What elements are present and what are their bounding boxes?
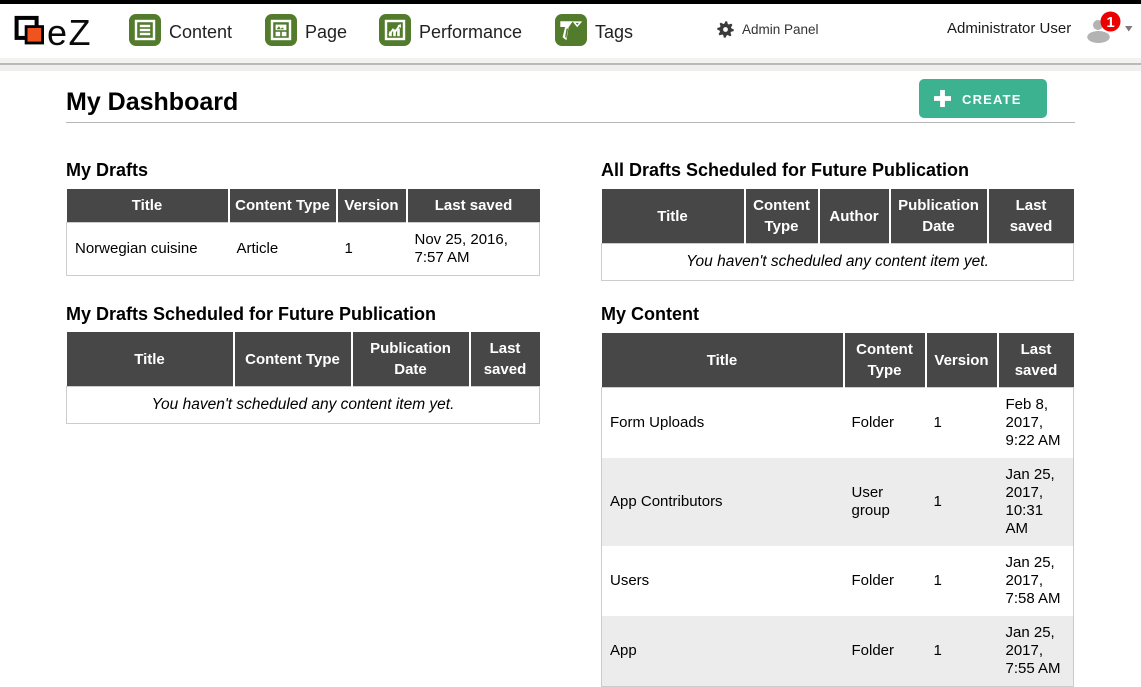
svg-text:1: 1 — [1106, 14, 1114, 31]
